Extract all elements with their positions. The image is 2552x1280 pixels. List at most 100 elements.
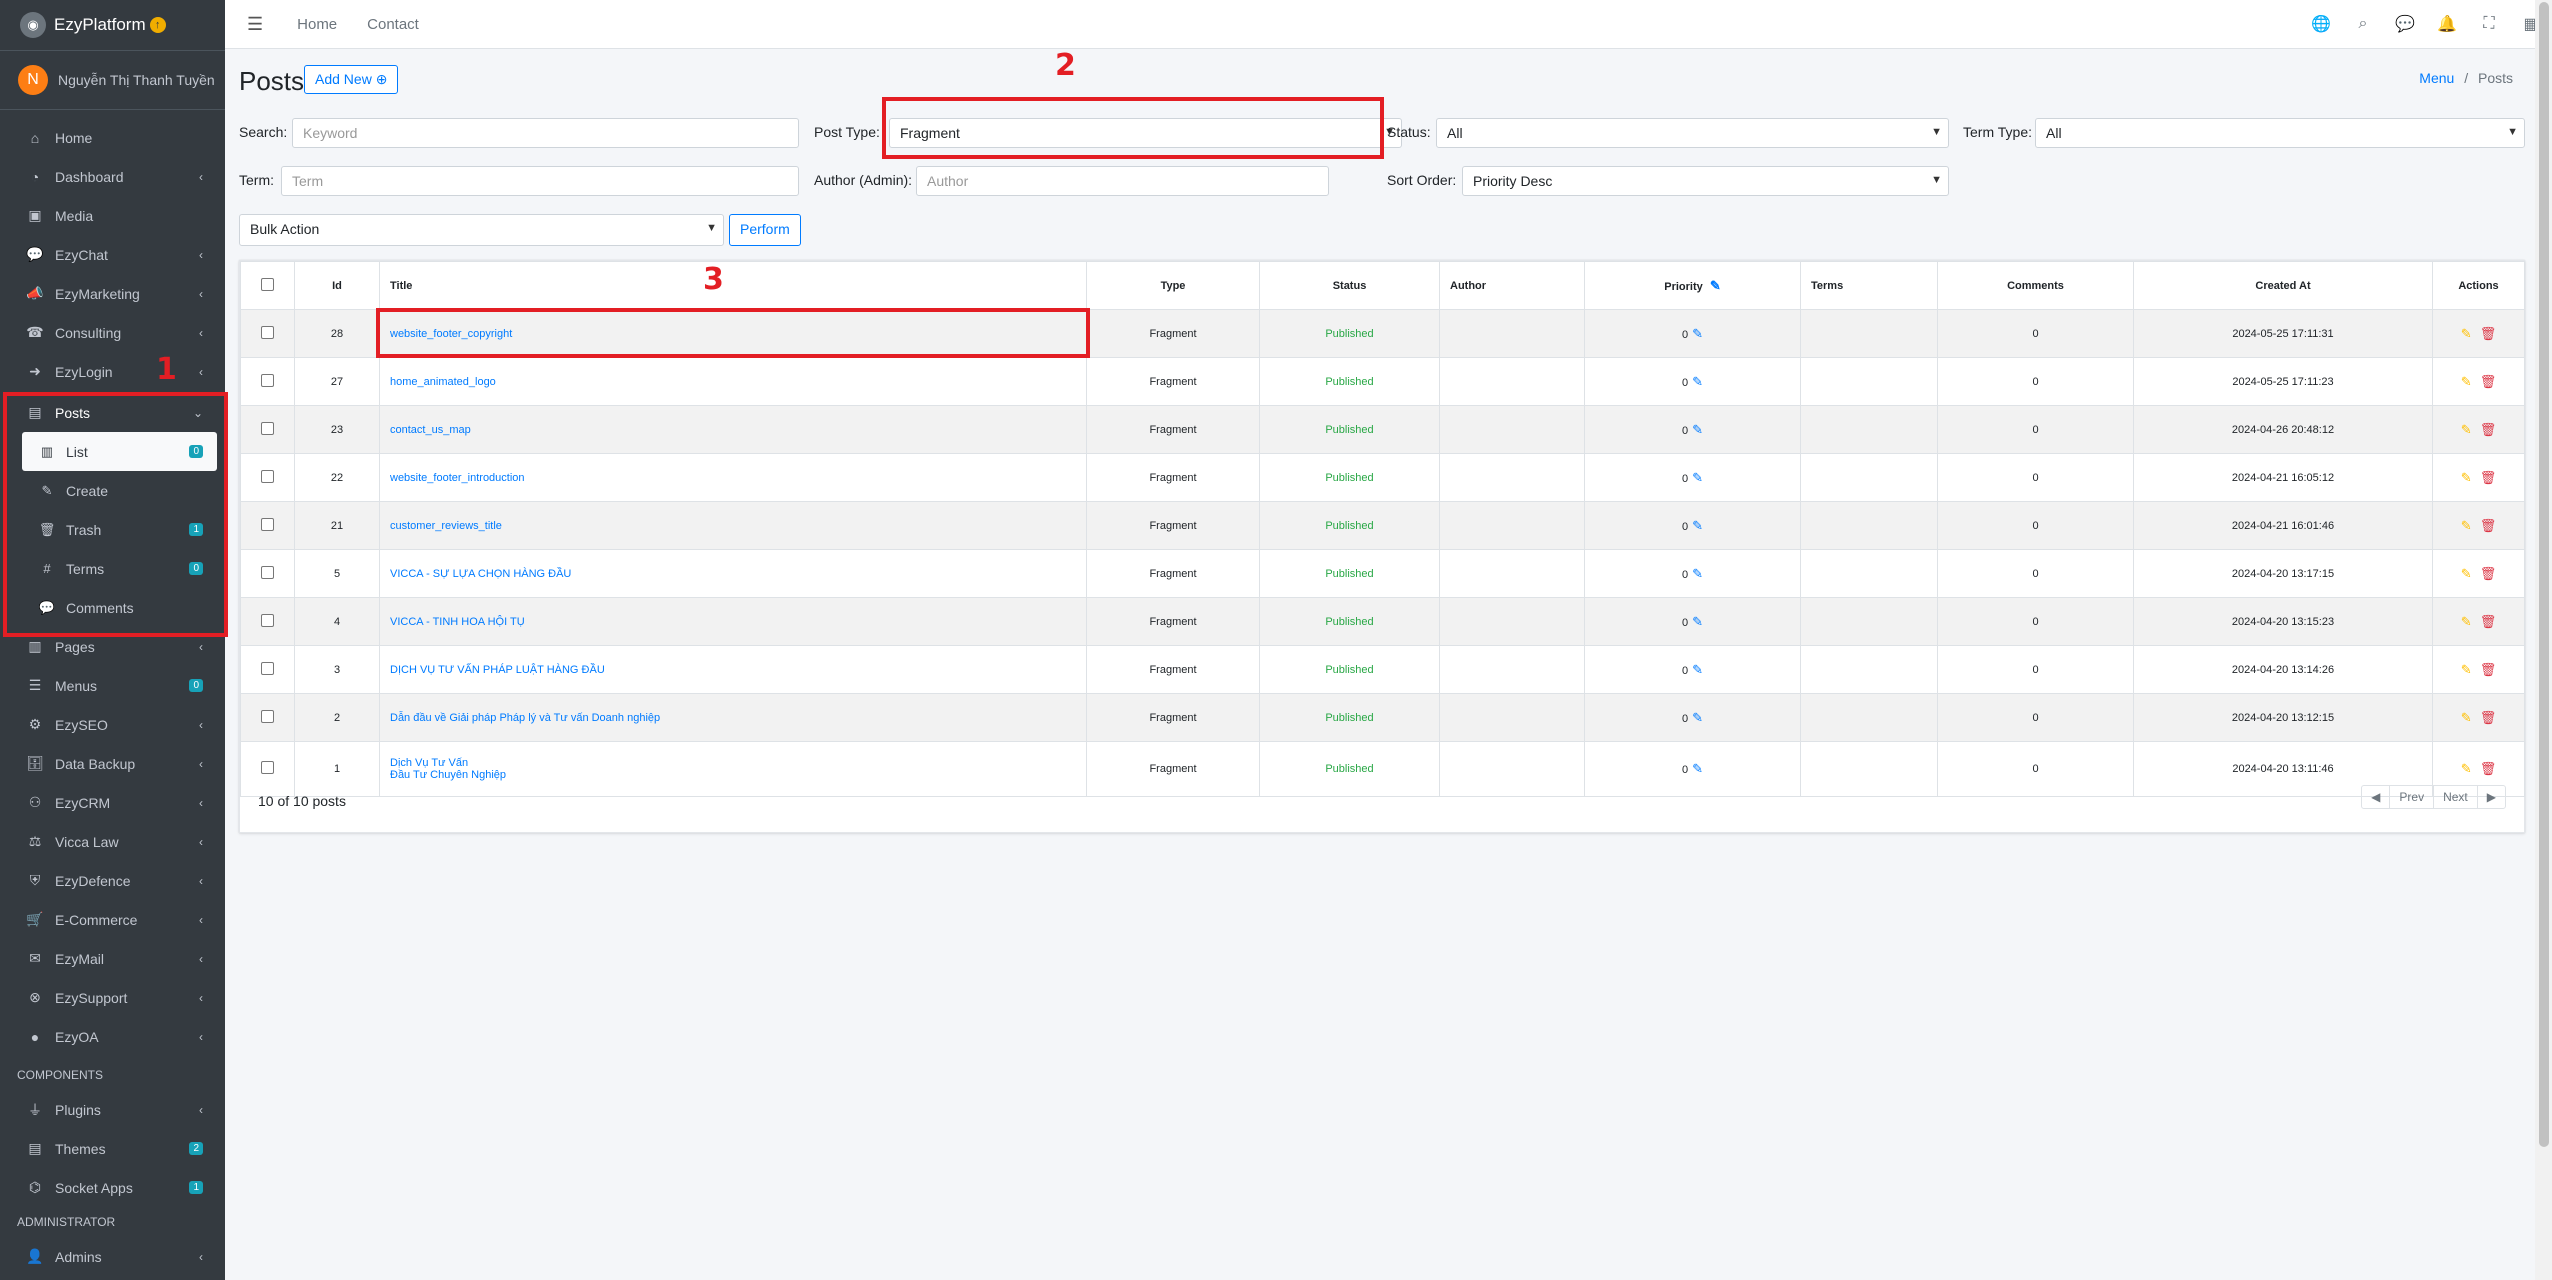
sidebar-item-data-backup[interactable]: 🗄 Data Backup ‹ <box>0 744 225 783</box>
sidebar-item-ezysupport[interactable]: ⊗ EzySupport ‹ <box>0 978 225 1017</box>
nav-link-home[interactable]: Home <box>297 16 337 33</box>
bulk-action-select[interactable]: Bulk Action ▼ <box>239 214 724 246</box>
status-select[interactable]: All ▼ <box>1436 118 1949 148</box>
sidebar-item-posts-list[interactable]: ▥ List 0 <box>22 432 217 471</box>
row-title-link[interactable]: VICCA - SỰ LỰA CHỌN HÀNG ĐẦU <box>379 549 1087 598</box>
search-icon[interactable]: ⌕ <box>2342 15 2384 33</box>
sidebar-item-ezymarketing[interactable]: 📣 EzyMarketing ‹ <box>0 274 225 313</box>
delete-trash-icon[interactable]: 🗑 <box>2480 614 2497 629</box>
edit-priority-icon[interactable]: ✎ <box>1692 761 1703 776</box>
row-title-link[interactable]: website_footer_copyright <box>379 309 1087 358</box>
user-panel[interactable]: N Nguyễn Thị Thanh Tuyền <box>0 51 225 110</box>
scrollbar-thumb[interactable] <box>2539 2 2549 1147</box>
row-checkbox[interactable] <box>240 741 295 797</box>
sidebar-item-media[interactable]: ▣ Media <box>0 196 225 235</box>
delete-trash-icon[interactable]: 🗑 <box>2480 470 2497 485</box>
edit-priority-icon[interactable]: ✎ <box>1692 518 1703 533</box>
delete-trash-icon[interactable]: 🗑 <box>2480 326 2497 341</box>
col-comments[interactable]: Comments <box>1937 261 2134 310</box>
sidebar-item-plugins[interactable]: ⏚ Plugins ‹ <box>0 1090 225 1129</box>
edit-priority-icon[interactable]: ✎ <box>1692 326 1703 341</box>
sidebar-item-menus[interactable]: ☰ Menus 0 <box>0 666 225 705</box>
delete-trash-icon[interactable]: 🗑 <box>2480 662 2497 677</box>
edit-pencil-icon[interactable]: ✎ <box>2461 614 2472 629</box>
sidebar-item-e-commerce[interactable]: 🛒 E-Commerce ‹ <box>0 900 225 939</box>
edit-pencil-icon[interactable]: ✎ <box>2461 761 2472 776</box>
row-title-link[interactable]: Dẫn đầu về Giải pháp Pháp lý và Tư vấn D… <box>379 693 1087 742</box>
sidebar-item-consulting[interactable]: ☎ Consulting ‹ <box>0 313 225 352</box>
delete-trash-icon[interactable]: 🗑 <box>2480 422 2497 437</box>
sidebar-item-dashboard[interactable]: ◔ Dashboard ‹ <box>0 157 225 196</box>
perform-button[interactable]: Perform <box>729 214 801 246</box>
row-checkbox[interactable] <box>240 693 295 742</box>
row-title-link[interactable]: VICCA - TINH HOA HỘI TỤ <box>379 597 1087 646</box>
page-scrollbar[interactable] <box>2535 0 2552 1280</box>
term-type-select[interactable]: All ▼ <box>2035 118 2525 148</box>
brand[interactable]: ◉ EzyPlatform ↑ <box>0 0 225 51</box>
delete-trash-icon[interactable]: 🗑 <box>2480 710 2497 725</box>
edit-priority-icon[interactable]: ✎ <box>1692 422 1703 437</box>
sidebar-item-posts-trash[interactable]: 🗑 Trash 1 <box>0 510 225 549</box>
author-input[interactable]: Author <box>916 166 1329 196</box>
row-checkbox[interactable] <box>240 405 295 454</box>
row-checkbox[interactable] <box>240 453 295 502</box>
sidebar-item-posts-terms[interactable]: # Terms 0 <box>0 549 225 588</box>
edit-pencil-icon[interactable]: ✎ <box>2461 566 2472 581</box>
edit-pencil-icon[interactable]: ✎ <box>2461 374 2472 389</box>
col-type[interactable]: Type <box>1086 261 1260 310</box>
last-page-icon[interactable]: ▶ <box>2478 786 2505 808</box>
col-title[interactable]: Title <box>379 261 1087 310</box>
row-checkbox[interactable] <box>240 597 295 646</box>
sidebar-item-pages[interactable]: ▥ Pages ‹ <box>0 627 225 666</box>
sidebar-item-ezymail[interactable]: ✉ EzyMail ‹ <box>0 939 225 978</box>
edit-priority-icon[interactable]: ✎ <box>1692 662 1703 677</box>
edit-pencil-icon[interactable]: ✎ <box>2461 470 2472 485</box>
sidebar-item-ezyseo[interactable]: ⚙ EzySEO ‹ <box>0 705 225 744</box>
post-type-select[interactable]: Fragment ▼ <box>889 118 1402 148</box>
sidebar-item-vicca-law[interactable]: ⚖ Vicca Law ‹ <box>0 822 225 861</box>
sort-order-select[interactable]: Priority Desc ▼ <box>1462 166 1949 196</box>
row-checkbox[interactable] <box>240 501 295 550</box>
term-input[interactable]: Term <box>281 166 799 196</box>
fullscreen-icon[interactable]: ⛶ <box>2468 15 2510 33</box>
edit-priority-icon[interactable]: ✎ <box>1692 470 1703 485</box>
delete-trash-icon[interactable]: 🗑 <box>2480 374 2497 389</box>
add-new-button[interactable]: Add New ⊕ <box>304 65 399 94</box>
nav-link-contact[interactable]: Contact <box>367 16 419 33</box>
edit-priority-icon[interactable]: ✎ <box>1692 566 1703 581</box>
row-checkbox[interactable] <box>240 357 295 406</box>
col-created-at[interactable]: Created At <box>2133 261 2433 310</box>
breadcrumb-menu-link[interactable]: Menu <box>2419 70 2454 86</box>
select-all-checkbox[interactable] <box>240 261 295 310</box>
sidebar-item-ezylogin[interactable]: ➜ EzyLogin ‹ <box>0 352 225 391</box>
sidebar-item-socket-apps[interactable]: ⌬ Socket Apps 1 <box>0 1168 225 1207</box>
sidebar-item-posts[interactable]: ▤ Posts ⌄ <box>0 393 225 432</box>
row-checkbox[interactable] <box>240 549 295 598</box>
row-title-link[interactable]: home_animated_logo <box>379 357 1087 406</box>
col-terms[interactable]: Terms <box>1800 261 1938 310</box>
sidebar-item-ezydefence[interactable]: ⛨ EzyDefence ‹ <box>0 861 225 900</box>
next-button[interactable]: Next <box>2434 786 2478 808</box>
row-title-link[interactable]: Dịch Vụ Tư Vấn Đầu Tư Chuyên Nghiệp <box>379 741 1087 797</box>
sidebar-item-themes[interactable]: ▤ Themes 2 <box>0 1129 225 1168</box>
edit-priority-icon[interactable]: ✎ <box>1710 278 1721 293</box>
globe-icon[interactable]: 🌐 <box>2300 14 2342 34</box>
sidebar-item-home[interactable]: ⌂ Home <box>0 118 225 157</box>
row-title-link[interactable]: contact_us_map <box>379 405 1087 454</box>
sidebar-item-ezycrm[interactable]: ⚇ EzyCRM ‹ <box>0 783 225 822</box>
sidebar-item-posts-comments[interactable]: 💬 Comments <box>0 588 225 627</box>
row-title-link[interactable]: DỊCH VỤ TƯ VẤN PHÁP LUẬT HÀNG ĐẦU <box>379 645 1087 694</box>
sidebar-item-ezychat[interactable]: 💬 EzyChat ‹ <box>0 235 225 274</box>
delete-trash-icon[interactable]: 🗑 <box>2480 761 2497 776</box>
edit-priority-icon[interactable]: ✎ <box>1692 710 1703 725</box>
row-checkbox[interactable] <box>240 309 295 358</box>
edit-pencil-icon[interactable]: ✎ <box>2461 662 2472 677</box>
edit-pencil-icon[interactable]: ✎ <box>2461 422 2472 437</box>
col-priority[interactable]: Priority ✎ <box>1584 261 1801 310</box>
sidebar-item-posts-create[interactable]: ✎ Create <box>0 471 225 510</box>
search-input[interactable]: Keyword <box>292 118 799 148</box>
delete-trash-icon[interactable]: 🗑 <box>2480 518 2497 533</box>
edit-pencil-icon[interactable]: ✎ <box>2461 710 2472 725</box>
edit-priority-icon[interactable]: ✎ <box>1692 374 1703 389</box>
col-status[interactable]: Status <box>1259 261 1440 310</box>
